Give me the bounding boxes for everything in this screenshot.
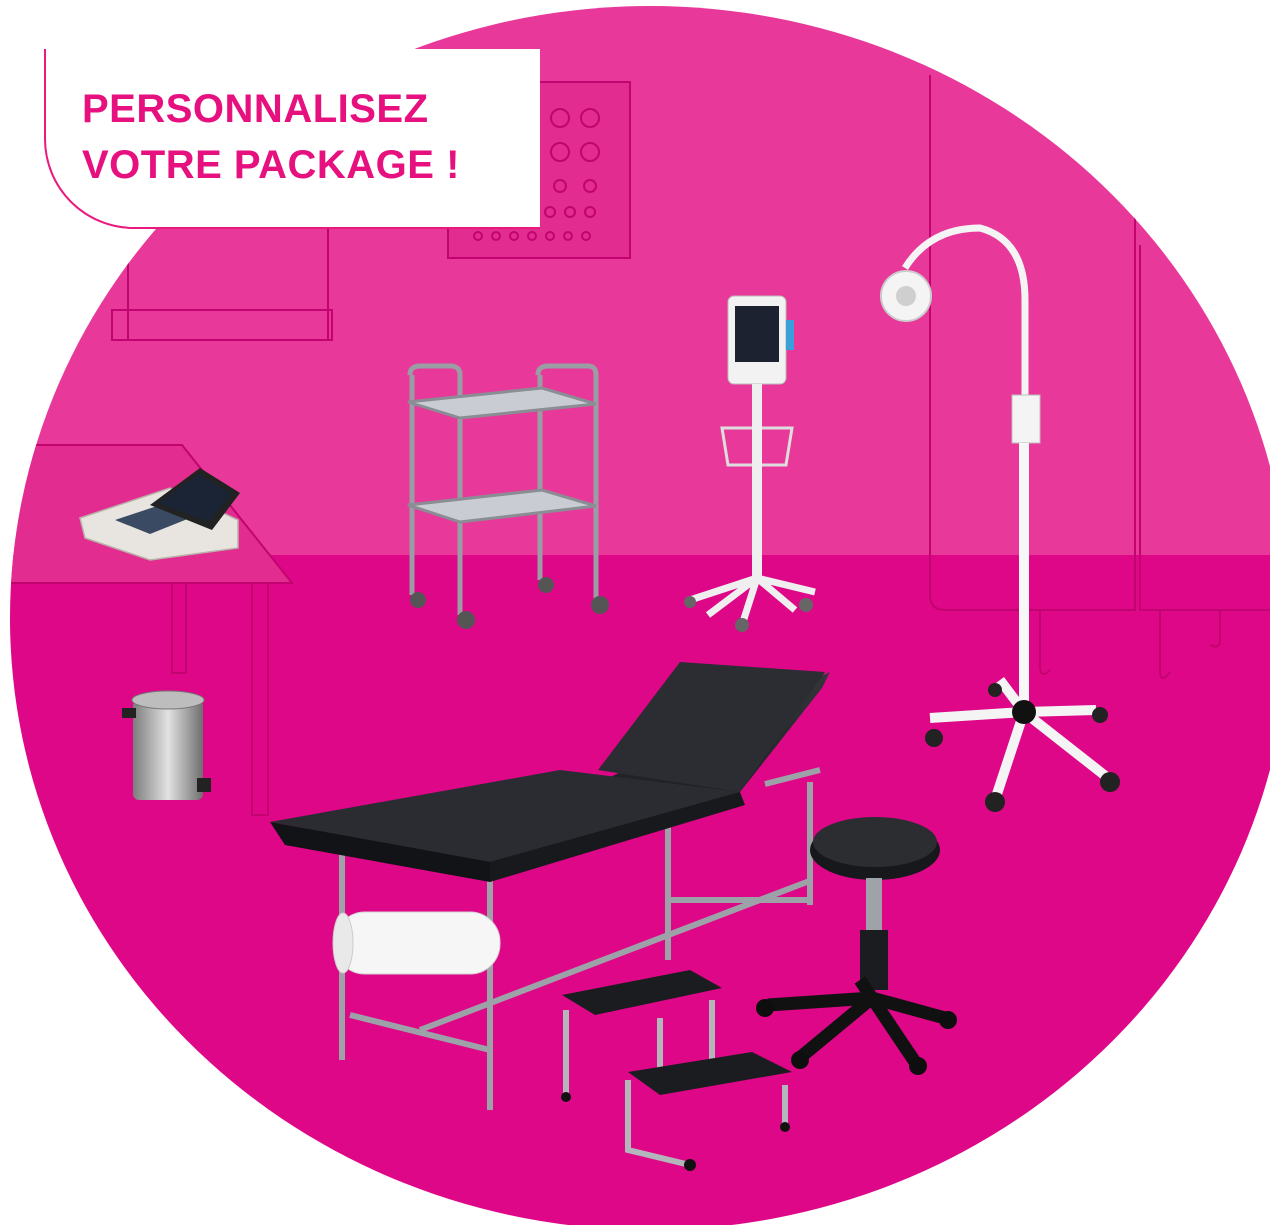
promo-title-line-2: VOTRE PACKAGE ! (82, 143, 460, 187)
pedal-bin (122, 690, 211, 800)
promo-title-line-1: PERSONNALISEZ (82, 87, 429, 131)
paper-roll (332, 911, 501, 975)
floor (10, 555, 1270, 1225)
promo-badge (44, 49, 540, 229)
